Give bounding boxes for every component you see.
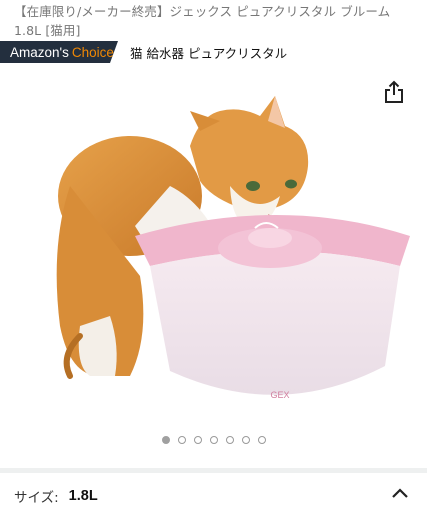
chevron-up-icon[interactable] [391, 486, 409, 500]
amazons-choice-badge[interactable]: Amazon's Choice [0, 41, 118, 63]
size-label: サイズ: [14, 490, 59, 506]
product-title: 【在庫限り/メーカー終売】ジェックス ピュアクリスタル ブルーム 1.8L [猫… [14, 4, 391, 38]
carousel-dot[interactable] [161, 436, 170, 444]
section-divider [0, 468, 427, 473]
carousel-dot[interactable] [177, 436, 186, 444]
fountain-illustration: GEX [135, 215, 410, 400]
badge-keyword: 猫 給水器 ピュアクリスタル [130, 45, 288, 61]
badge-choice-text: Choice [71, 44, 114, 60]
gex-logo: GEX [270, 390, 289, 400]
carousel-dots[interactable] [0, 432, 427, 448]
badge-amazons-text: Amazon's [10, 44, 69, 60]
carousel-dot[interactable] [209, 436, 218, 444]
amazons-choice-row: Amazon's Choice 猫 給水器 ピュアクリスタル [0, 41, 287, 63]
carousel-dot[interactable] [225, 436, 234, 444]
carousel-dot[interactable] [241, 436, 250, 444]
carousel-dot[interactable] [193, 436, 202, 444]
size-selector[interactable]: サイズ: 1.8L [14, 484, 414, 508]
product-image[interactable]: GEX [40, 76, 422, 421]
carousel-dot[interactable] [257, 436, 266, 444]
size-value: 1.8L [68, 488, 98, 504]
